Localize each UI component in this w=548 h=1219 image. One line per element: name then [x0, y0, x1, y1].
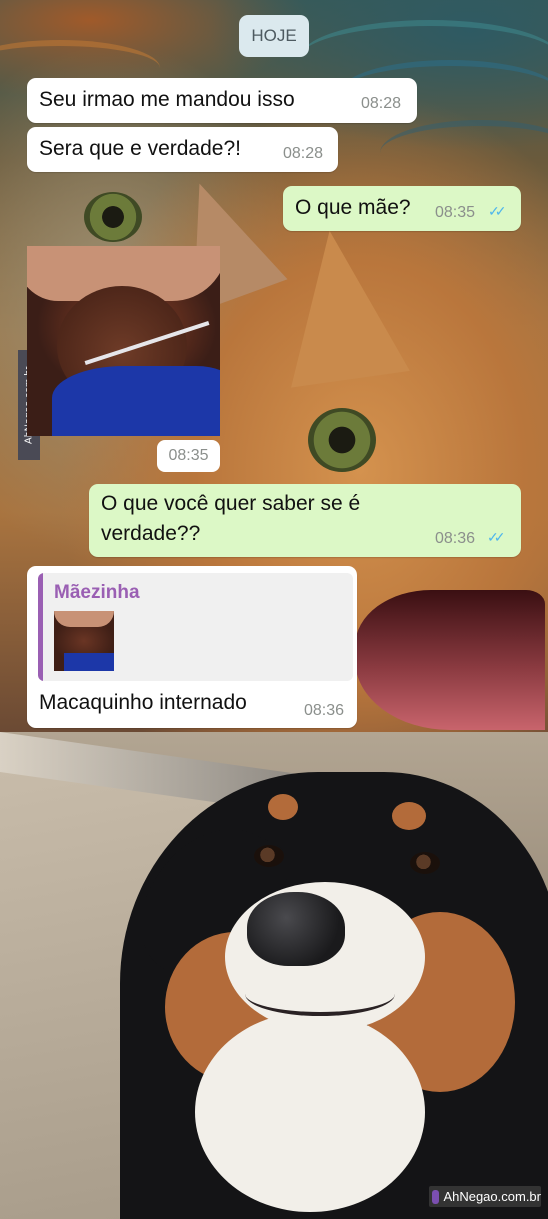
incoming-message[interactable]: Seu irmao me mandou isso 08:28	[27, 78, 417, 123]
read-ticks-icon: ✓✓	[487, 529, 506, 545]
dog-photo	[0, 732, 548, 1219]
read-ticks-icon: ✓✓	[488, 203, 507, 219]
image-message[interactable]: 08:35	[27, 246, 220, 474]
message-time: 08:35	[157, 440, 220, 472]
message-text: Macaquinho internado	[39, 691, 247, 714]
message-text: Sera que e verdade?!	[39, 137, 241, 160]
cat-eye	[84, 192, 142, 242]
cat-ear	[270, 222, 410, 388]
dog-eyebrow	[268, 794, 298, 820]
dog-eyebrow	[392, 802, 426, 830]
dog-eye	[254, 845, 284, 867]
image-thumbnail[interactable]	[27, 246, 220, 436]
quoted-message[interactable]: Mãezinha	[38, 573, 353, 681]
message-time: 08:36	[304, 702, 345, 719]
quoted-image-thumbnail	[54, 611, 114, 671]
incoming-message[interactable]: Sera que e verdade?! 08:28	[27, 127, 338, 172]
dog-nose	[247, 892, 345, 966]
message-text: O que mãe?	[295, 196, 411, 219]
message-time: 08:35	[435, 204, 476, 221]
dog-chest	[195, 1012, 425, 1212]
message-time: 08:36	[435, 530, 476, 547]
outgoing-message[interactable]: O que mãe? 08:35 ✓✓	[283, 186, 521, 231]
watermark-text: AhNegao.com.br	[443, 1189, 541, 1204]
message-time: 08:28	[361, 95, 402, 112]
quoted-sender-name: Mãezinha	[54, 582, 140, 603]
date-chip: HOJE	[239, 15, 309, 57]
chat-screenshot: AhNegao.com.br HOJE Seu irmao me mandou …	[0, 0, 548, 732]
dog-eye	[410, 852, 440, 874]
cat-eye	[308, 408, 376, 472]
reply-message[interactable]: Mãezinha Macaquinho internado 08:36	[27, 566, 357, 728]
message-text-line: verdade??	[101, 522, 201, 545]
outgoing-message[interactable]: O que você quer saber se é verdade?? 08:…	[89, 484, 521, 557]
quote-accent-bar	[38, 573, 43, 681]
message-text: Seu irmao me mandou isso	[39, 88, 295, 111]
ahnegao-logo-icon	[432, 1189, 440, 1204]
bottom-watermark: AhNegao.com.br	[429, 1186, 541, 1207]
message-time: 08:28	[283, 145, 324, 162]
cat-mouth	[355, 590, 545, 730]
message-text-line: O que você quer saber se é	[101, 492, 361, 515]
background-swirl	[380, 120, 548, 186]
dog-mouth	[245, 972, 395, 1016]
